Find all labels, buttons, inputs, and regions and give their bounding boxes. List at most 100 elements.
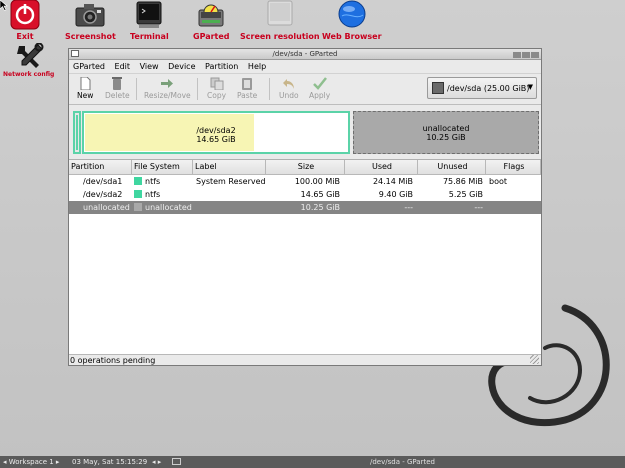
undo-icon	[282, 79, 294, 89]
screen-resolution-launcher[interactable]: Screen resolution	[240, 0, 320, 41]
toolbar-separator	[269, 78, 270, 100]
delete-label: Delete	[105, 91, 130, 100]
resize-move-button[interactable]: Resize/Move	[144, 77, 191, 100]
window-titlebar[interactable]: /dev/sda - GParted	[69, 49, 541, 60]
resize-arrow-icon	[161, 79, 174, 88]
table-row-selected[interactable]: unallocated unallocated 10.25 GiB --- --…	[69, 201, 541, 214]
cell-partition: /dev/sda1	[83, 177, 123, 186]
web-browser-launcher[interactable]: Web Browser	[322, 0, 382, 41]
cell-filesystem: ntfs	[134, 175, 160, 188]
col-size[interactable]: Size	[266, 160, 345, 174]
toolbar-separator	[197, 78, 198, 100]
gparted-label: GParted	[193, 32, 230, 41]
toolbar: New Delete Resize/Move Copy Paste Undo A…	[69, 73, 541, 105]
cell-unused: 75.86 MiB	[442, 177, 483, 186]
graph-partition-sda2[interactable]: /dev/sda2 14.65 GiB	[82, 111, 350, 154]
gparted-launcher[interactable]: GParted	[193, 0, 230, 41]
col-flags[interactable]: Flags	[486, 160, 541, 174]
apply-label: Apply	[309, 91, 331, 100]
new-label: New	[77, 91, 94, 100]
gparted-icon	[198, 4, 224, 27]
checkmark-icon	[312, 77, 327, 90]
table-header: Partition File System Label Size Used Un…	[69, 160, 541, 175]
window-list-icon[interactable]	[172, 458, 181, 465]
menu-view[interactable]: View	[140, 62, 159, 71]
partition-graph: /dev/sda2 14.65 GiB unallocated 10.25 Gi…	[73, 111, 539, 156]
camera-icon	[75, 4, 105, 27]
cell-used: 9.40 GiB	[378, 190, 413, 199]
copy-button[interactable]: Copy	[207, 77, 226, 100]
chevron-down-icon: ▼	[527, 83, 533, 91]
toolbar-separator	[136, 78, 137, 100]
power-icon	[10, 0, 40, 30]
new-document-icon	[80, 77, 91, 90]
menu-help[interactable]: Help	[248, 62, 266, 71]
filesystem-color-swatch	[134, 190, 142, 198]
taskbar-task-gparted[interactable]: /dev/sda - GParted	[370, 456, 435, 468]
cell-label: System Reserved	[196, 177, 266, 186]
terminal-launcher[interactable]: Terminal	[130, 0, 169, 41]
screen-resolution-label: Screen resolution	[240, 32, 320, 41]
close-button[interactable]	[531, 52, 539, 58]
statusbar: 0 operations pending	[69, 354, 541, 365]
terminal-label: Terminal	[130, 32, 169, 41]
menu-edit[interactable]: Edit	[115, 62, 131, 71]
cell-size: 10.25 GiB	[300, 203, 340, 212]
menu-gparted[interactable]: GParted	[73, 62, 105, 71]
delete-button[interactable]: Delete	[105, 77, 130, 100]
undo-label: Undo	[279, 91, 299, 100]
col-partition[interactable]: Partition	[69, 160, 132, 174]
display-icon	[267, 0, 293, 26]
menu-device[interactable]: Device	[168, 62, 195, 71]
minimize-button[interactable]	[513, 52, 521, 58]
menubar: GParted Edit View Device Partition Help	[69, 60, 541, 73]
screenshot-label: Screenshot	[65, 32, 116, 41]
copy-label: Copy	[207, 91, 227, 100]
graph-unallocated-size: 10.25 GiB	[426, 133, 466, 142]
col-filesystem[interactable]: File System	[132, 160, 193, 174]
paste-icon	[242, 78, 253, 90]
tools-icon	[16, 43, 44, 68]
exit-launcher[interactable]: Exit	[9, 0, 41, 41]
globe-icon	[338, 0, 366, 28]
graph-unallocated[interactable]: unallocated 10.25 GiB	[353, 111, 539, 154]
table-row[interactable]: /dev/sda2 ntfs 14.65 GiB 9.40 GiB 5.25 G…	[69, 188, 541, 201]
new-button[interactable]: New	[77, 77, 93, 100]
cell-filesystem: ntfs	[134, 188, 160, 201]
network-config-launcher[interactable]: Network config	[3, 43, 54, 78]
window-controls	[512, 51, 539, 61]
operations-pending-status: 0 operations pending	[70, 356, 156, 365]
resize-grip[interactable]	[530, 355, 539, 364]
filesystem-color-swatch	[134, 203, 142, 211]
cell-used: ---	[404, 203, 413, 212]
device-selector[interactable]: /dev/sda (25.00 GiB) ▼	[427, 77, 537, 99]
exit-label: Exit	[16, 32, 34, 41]
taskbar: ◂ Workspace 1 ▸ 03 May, Sat 15:15:29 ◂ ▸…	[0, 456, 625, 468]
cell-unused: ---	[474, 203, 483, 212]
undo-button[interactable]: Undo	[279, 77, 299, 100]
graph-unallocated-name: unallocated	[422, 124, 470, 133]
paste-button[interactable]: Paste	[237, 77, 257, 100]
window-app-icon	[71, 50, 79, 57]
copy-icon	[210, 77, 224, 90]
menu-partition[interactable]: Partition	[205, 62, 238, 71]
workspace-switcher[interactable]: ◂ Workspace 1 ▸	[3, 456, 59, 468]
cell-unused: 5.25 GiB	[448, 190, 483, 199]
apply-button[interactable]: Apply	[309, 77, 330, 100]
cell-size: 14.65 GiB	[300, 190, 340, 199]
graph-sda2-name: /dev/sda2	[196, 126, 236, 135]
col-unused[interactable]: Unused	[418, 160, 486, 174]
window-title: /dev/sda - GParted	[272, 50, 338, 58]
cell-flags: boot	[489, 177, 508, 186]
table-row[interactable]: /dev/sda1 ntfs System Reserved 100.00 Mi…	[69, 175, 541, 188]
resize-move-label: Resize/Move	[144, 91, 191, 100]
taskbar-nav-arrows[interactable]: ◂ ▸	[152, 456, 161, 468]
gparted-window: /dev/sda - GParted GParted Edit View Dev…	[68, 48, 542, 366]
delete-icon	[112, 77, 123, 90]
screenshot-launcher[interactable]: Screenshot	[65, 0, 116, 41]
col-label[interactable]: Label	[193, 160, 266, 174]
maximize-button[interactable]	[522, 52, 530, 58]
device-selector-value: /dev/sda (25.00 GiB)	[447, 84, 530, 93]
graph-partition-sda1[interactable]	[73, 111, 81, 154]
col-used[interactable]: Used	[345, 160, 418, 174]
